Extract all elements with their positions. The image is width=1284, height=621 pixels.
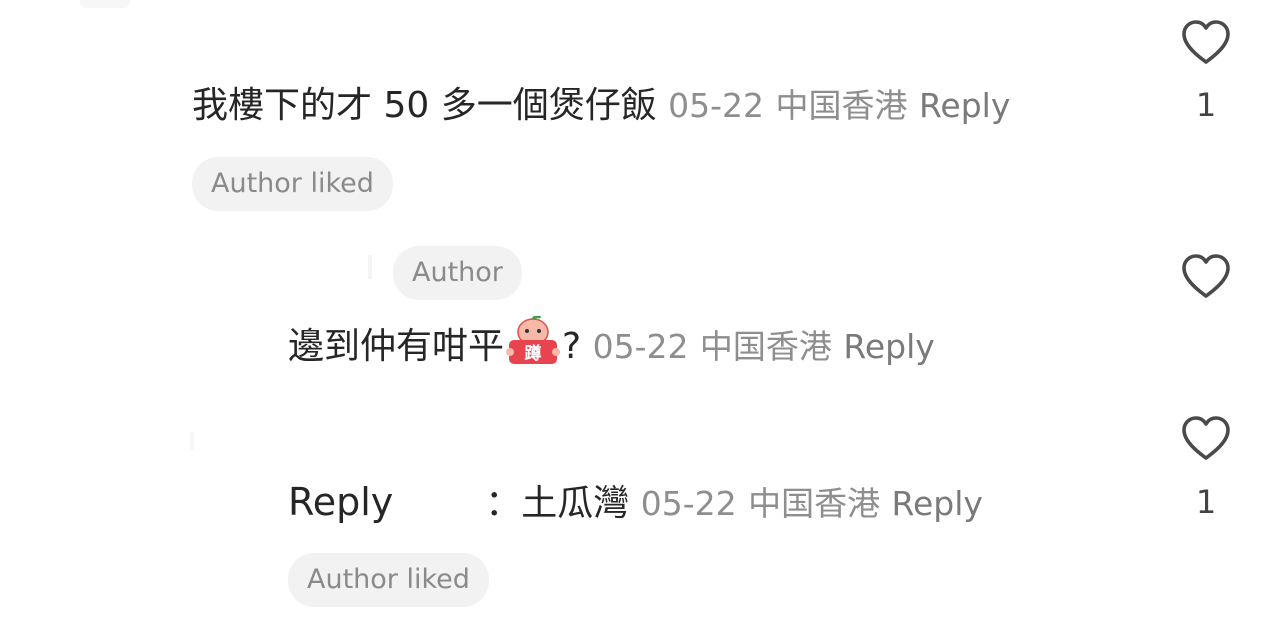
comment-2-suffix: ? [562,326,582,367]
comment-1-text: 我樓下的才 50 多一個煲仔飯 [192,85,657,126]
comment-2-location: 中国香港 [699,327,832,366]
comment-2-author-badge: Author [393,246,522,300]
heart-icon [1182,254,1230,298]
comment-2-like-button[interactable] [1180,252,1232,304]
comment-3-like-count: 1 [1195,483,1217,521]
comment-2-reply-button[interactable]: Reply [843,327,934,366]
reply-avatar-placeholder [368,255,372,279]
comment-1-like-count: 1 [1195,86,1217,124]
comment-3-date: 05-22 [640,484,737,523]
comment-1-date: 05-22 [668,86,765,125]
heart-icon [1182,20,1230,64]
reply-avatar-placeholder-2 [190,432,194,450]
comment-3-location: 中国香港 [748,484,881,523]
heart-icon [1182,416,1230,460]
comment-1: 我樓下的才 50 多一個煲仔飯 05-22 中国香港 Reply [192,82,1010,130]
comment-1-location: 中国香港 [775,86,908,125]
comment-1-like-button[interactable] [1180,18,1232,70]
avatar-placeholder [80,0,130,8]
comment-3-author-liked-badge: Author liked [288,553,489,607]
sticker-label: 蹲 [525,343,542,364]
comment-3-reply-prefix: Reply [288,480,394,524]
comment-3: Reply ：土瓜灣 05-22 中国香港 Reply [288,478,983,528]
sticker-emoji-icon: 蹲 [506,316,561,364]
comment-2-text: 邊到仲有咁平 [288,326,505,367]
comment-2-date: 05-22 [592,327,689,366]
comment-1-reply-button[interactable]: Reply [919,86,1010,125]
comment-3-text: ：土瓜灣 [485,483,630,524]
comment-3-reply-button[interactable]: Reply [892,484,983,523]
comment-1-author-liked-badge: Author liked [192,157,393,211]
comment-3-like-button[interactable] [1180,414,1232,466]
comment-2: 邊到仲有咁平 蹲 ? 05-22 中国香港 Reply [288,316,935,371]
